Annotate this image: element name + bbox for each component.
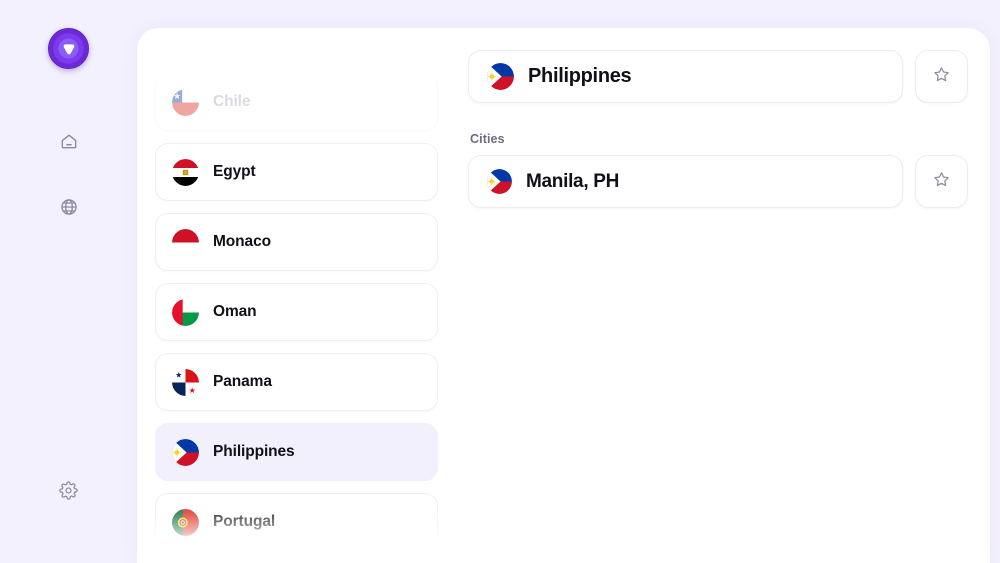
country-name: Oman: [213, 303, 257, 320]
gear-icon: [59, 481, 78, 505]
country-name: Panama: [213, 373, 272, 390]
country-name: Chile: [213, 93, 251, 110]
favorite-city-button[interactable]: [915, 155, 968, 208]
main-panel: Chile Egypt Monaco Oman Panama Philippines Por…: [137, 28, 990, 563]
nav-settings[interactable]: [49, 473, 89, 513]
left-nav-rail: [0, 0, 137, 563]
globe-icon: [59, 197, 79, 222]
country-flag-icon: [172, 368, 199, 396]
app-root: Chile Egypt Monaco Oman Panama Philippines Por…: [0, 0, 1000, 563]
city-name: Manila, PH: [526, 170, 620, 192]
city-row: Manila, PH: [468, 155, 968, 208]
city-flag-icon: [487, 169, 512, 194]
page-title: Philippines: [528, 65, 632, 87]
country-name: Philippines: [213, 443, 295, 460]
country-name: Portugal: [213, 513, 276, 530]
country-header-row: Philippines: [468, 50, 968, 103]
city-card[interactable]: Manila, PH: [468, 155, 903, 208]
favorite-country-button[interactable]: [915, 50, 968, 103]
country-list-item[interactable]: Philippines: [155, 423, 438, 481]
country-list[interactable]: Chile Egypt Monaco Oman Panama Philippines Por…: [155, 73, 438, 551]
country-flag-icon: [172, 88, 199, 116]
nav-home[interactable]: [49, 123, 89, 163]
country-flag-icon: [172, 158, 199, 186]
city-list: Manila, PH: [468, 155, 968, 208]
home-icon: [59, 131, 79, 156]
nav-globe[interactable]: [49, 189, 89, 229]
country-list-column: Chile Egypt Monaco Oman Panama Philippines Por…: [137, 28, 450, 563]
country-list-item[interactable]: Oman: [155, 283, 438, 341]
country-list-item[interactable]: Portugal: [155, 493, 438, 551]
country-list-item[interactable]: Panama: [155, 353, 438, 411]
app-logo[interactable]: [48, 28, 89, 69]
country-name: Monaco: [213, 233, 271, 250]
country-name: Egypt: [213, 163, 256, 180]
country-list-item[interactable]: Monaco: [155, 213, 438, 271]
country-list-item[interactable]: Egypt: [155, 143, 438, 201]
country-flag-icon: [172, 228, 199, 256]
detail-pane: Philippines Cities Manila, PH: [450, 28, 990, 563]
country-flag-icon: [172, 438, 199, 466]
country-list-item[interactable]: Chile: [155, 73, 438, 131]
cities-heading: Cities: [470, 132, 505, 146]
country-flag-icon: [172, 508, 199, 536]
country-flag-icon: [172, 298, 199, 326]
star-icon: [932, 65, 951, 89]
country-header-card[interactable]: Philippines: [468, 50, 903, 103]
country-flag-icon: [487, 63, 514, 90]
star-icon: [932, 170, 951, 194]
